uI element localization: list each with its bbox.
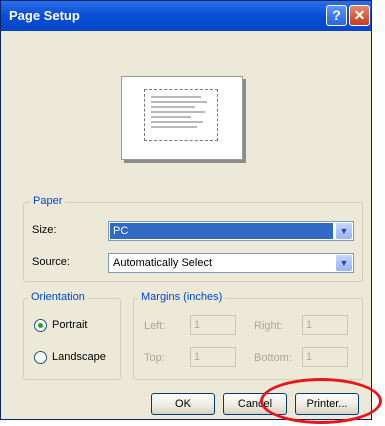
page-preview: [121, 76, 243, 160]
portrait-label[interactable]: Portrait: [52, 319, 87, 331]
radio-selected-dot: [38, 323, 43, 328]
paper-group: Paper Size: PC ▼ Source: Automatically S…: [23, 195, 363, 282]
close-icon[interactable]: ✕: [349, 5, 370, 26]
ok-button[interactable]: OK: [151, 393, 215, 415]
margin-left-input[interactable]: 1: [190, 315, 236, 335]
preview-text-line: [151, 121, 203, 123]
margin-bottom-label: Bottom:: [254, 352, 292, 364]
preview-text-line: [151, 101, 207, 103]
chevron-down-icon[interactable]: ▼: [336, 255, 352, 271]
margins-group-label: Margins (inches): [138, 291, 226, 303]
title-bar[interactable]: Page Setup ? ✕: [1, 1, 371, 31]
preview-text-line: [151, 96, 201, 98]
landscape-radio[interactable]: [34, 351, 47, 364]
selection-highlight: [110, 223, 333, 239]
paper-source-value: Automatically Select: [113, 257, 213, 269]
orientation-group-label: Orientation: [28, 291, 88, 303]
size-label: Size:: [32, 224, 57, 236]
window-title: Page Setup: [9, 8, 80, 23]
orientation-group: Orientation Portrait Landscape: [23, 291, 121, 380]
margin-right-input[interactable]: 1: [302, 315, 348, 335]
margin-left-value: 1: [194, 319, 201, 331]
cancel-button[interactable]: Cancel: [223, 393, 287, 415]
margin-right-value: 1: [306, 319, 313, 331]
margin-bottom-value: 1: [306, 351, 313, 363]
source-label: Source:: [32, 256, 70, 268]
margin-left-label: Left:: [144, 320, 166, 332]
paper-size-value: PC: [113, 225, 129, 237]
margins-group: Margins (inches) Left: 1 Right: 1 Top: 1…: [133, 291, 363, 380]
preview-text-line: [151, 116, 191, 118]
page-setup-dialog: Page Setup ? ✕ Paper Size: PC ▼ Source: …: [0, 0, 372, 420]
printer-button[interactable]: Printer...: [295, 393, 359, 415]
margin-top-value: 1: [194, 351, 201, 363]
paper-size-select[interactable]: PC ▼: [108, 221, 354, 241]
chevron-down-icon[interactable]: ▼: [336, 223, 352, 239]
preview-text-line: [151, 106, 195, 108]
landscape-label[interactable]: Landscape: [52, 351, 106, 363]
preview-text-line: [151, 126, 197, 128]
preview-text-line: [151, 111, 205, 113]
margin-top-label: Top:: [144, 352, 165, 364]
margin-top-input[interactable]: 1: [190, 347, 236, 367]
portrait-radio[interactable]: [34, 319, 47, 332]
preview-margin-box: [144, 89, 218, 141]
paper-group-label: Paper: [30, 195, 66, 207]
help-icon[interactable]: ?: [326, 5, 347, 26]
margin-bottom-input[interactable]: 1: [302, 347, 348, 367]
margin-right-label: Right:: [254, 320, 283, 332]
paper-source-select[interactable]: Automatically Select ▼: [108, 253, 354, 273]
